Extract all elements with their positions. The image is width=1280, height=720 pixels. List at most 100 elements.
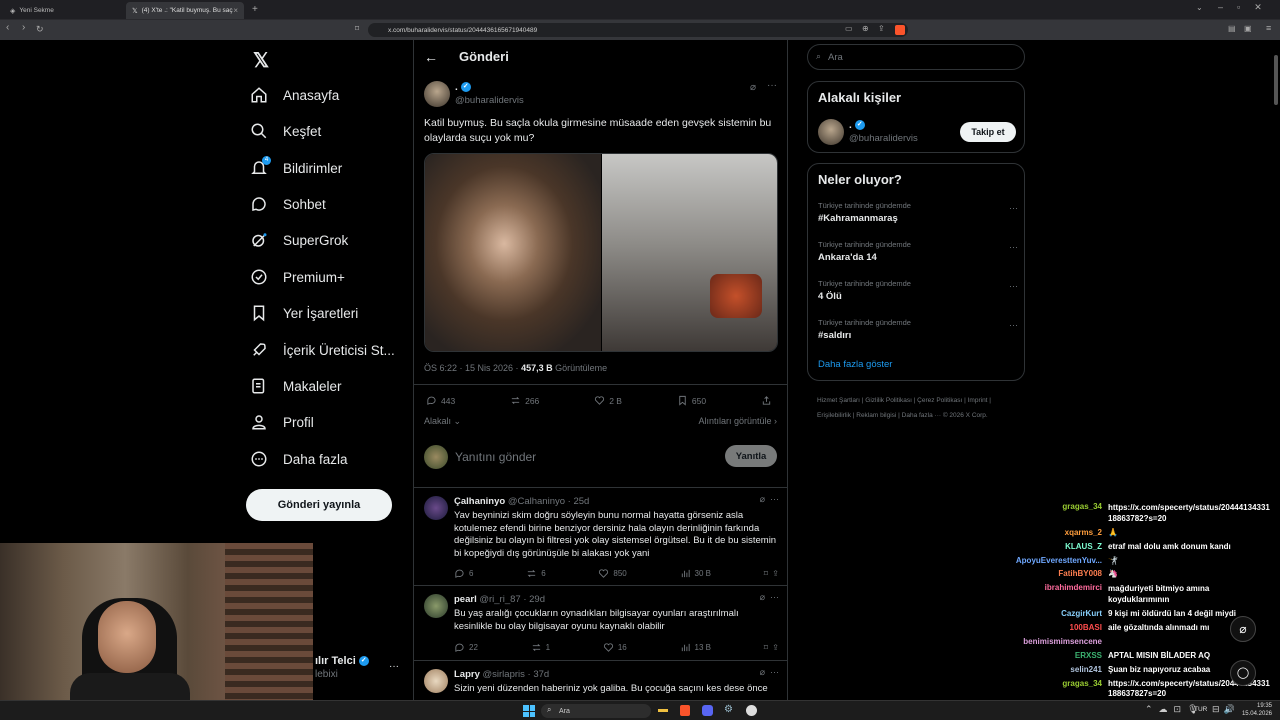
like-action[interactable]: 850 <box>598 568 627 579</box>
trend-item[interactable]: Türkiye tarihinde gündemde Ankara'da 14 … <box>818 240 1018 263</box>
reply-button[interactable]: Yanıtla <box>725 445 777 467</box>
bookmark-action[interactable]: 650 <box>677 395 706 406</box>
back-arrow-icon[interactable]: ← <box>424 49 438 65</box>
menu-icon[interactable]: ≡ <box>1266 23 1271 33</box>
nav-item-explore[interactable]: Keşfet <box>250 117 321 145</box>
like-action[interactable]: 16 <box>603 642 627 653</box>
wallet-icon[interactable]: ▣ <box>1244 24 1252 33</box>
folder-icon[interactable]: ▬ <box>658 704 668 715</box>
nav-item-supergrok[interactable]: SuperGrok <box>250 226 348 254</box>
avatar[interactable] <box>424 594 448 618</box>
view-quotes-link[interactable]: Alıntıları görüntüle › <box>698 416 777 426</box>
like-action[interactable]: 2 B <box>594 395 622 406</box>
avatar[interactable] <box>424 496 448 520</box>
nav-item-home[interactable]: Anasayfa <box>250 81 339 109</box>
tab-new-tab[interactable]: ◈ Yeni Sekme <box>4 2 122 19</box>
nav-item-notifications[interactable]: 4 Bildirimler <box>250 154 342 182</box>
views-action[interactable]: 30 B <box>680 568 711 579</box>
forward-icon[interactable]: › <box>22 22 25 33</box>
taskbar-search[interactable]: ⌕ Ara <box>541 704 651 718</box>
grok-float-icon[interactable]: ⌀ <box>1230 616 1256 642</box>
new-tab-button[interactable]: + <box>252 4 258 15</box>
bookmark-action[interactable]: ⌑ ⇪ <box>764 568 779 579</box>
messages-float-icon[interactable]: ◯ <box>1230 660 1256 686</box>
tab-x-post[interactable]: 𝕏 (4) X'te .: "Katil buymuş. Bu saçla...… <box>126 2 244 19</box>
person-handle[interactable]: @buharalidervis <box>849 133 918 144</box>
avatar[interactable] <box>424 81 450 107</box>
sidebar-icon[interactable]: ▤ <box>1228 24 1236 33</box>
reply-author[interactable]: pearl <box>454 594 477 605</box>
post-media[interactable] <box>424 153 778 352</box>
clock[interactable]: 19:35 15.04.2026 <box>1240 702 1272 718</box>
nav-item-more[interactable]: Daha fazla <box>250 445 348 473</box>
photo-right[interactable] <box>602 154 777 351</box>
account-more-icon[interactable]: ··· <box>389 661 399 672</box>
network-volume-icons[interactable]: ⊟🔊 <box>1212 704 1239 715</box>
avatar[interactable] <box>818 119 844 145</box>
more-options-icon[interactable]: ⌀ ··· <box>760 592 779 603</box>
reply-author[interactable]: Lapry <box>454 669 480 680</box>
reply-item[interactable]: pearl @ri_ri_87 · 29d ⌀ ··· Bu yaş aralı… <box>414 585 787 660</box>
back-icon[interactable]: ‹ <box>6 22 9 33</box>
footer-links[interactable]: Hizmet Şartları | Gizlilik Politikası | … <box>817 393 1017 423</box>
steam-icon[interactable]: ⚙ <box>724 704 733 715</box>
follow-button[interactable]: Takip et <box>960 122 1016 142</box>
reply-input[interactable]: Yanıtını gönder <box>455 450 536 464</box>
obs-icon[interactable] <box>746 705 757 716</box>
brave-icon[interactable] <box>680 705 690 716</box>
discord-icon[interactable] <box>702 705 713 716</box>
screen-icon[interactable]: ▭ <box>845 24 853 33</box>
brave-shield-icon[interactable] <box>895 25 905 35</box>
account-name[interactable]: ılır Telci ✓ <box>315 655 369 667</box>
author-name[interactable]: . ✓ <box>455 82 471 93</box>
post-time[interactable]: ÖS 6:22 · 15 Nis 2026 · <box>424 363 519 373</box>
share-icon[interactable]: ⇪ <box>878 24 885 33</box>
share-action[interactable] <box>761 395 776 406</box>
x-logo-icon[interactable]: 𝕏 <box>253 48 269 73</box>
reply-handle[interactable]: @ri_ri_87 · 29d <box>479 594 545 605</box>
windows-start-icon[interactable] <box>523 705 535 717</box>
tab-list-icon[interactable]: ⌄ <box>1196 3 1203 12</box>
window-controls[interactable]: –▫✕ <box>1218 2 1276 13</box>
trend-item[interactable]: Türkiye tarihinde gündemde #Kahramanmara… <box>818 201 1018 224</box>
repost-action[interactable]: 6 <box>526 568 546 579</box>
author-handle[interactable]: @buharalidervis <box>455 95 524 106</box>
reply-action[interactable]: 6 <box>454 568 473 579</box>
nav-item-premium[interactable]: Premium+ <box>250 263 345 291</box>
repost-action[interactable]: 1 <box>531 642 550 653</box>
close-icon[interactable]: × <box>233 6 238 15</box>
nav-item-creator-studio[interactable]: İçerik Üreticisi St... <box>250 336 395 364</box>
language-indicator[interactable]: TUR <box>1194 706 1207 713</box>
reply-item[interactable]: Çalhaninyo @Calhaninyo · 25d ⌀ ··· Yav b… <box>414 487 787 584</box>
reply-action[interactable]: 22 <box>454 642 478 653</box>
search-input[interactable]: ⌕ Ara <box>807 44 1025 70</box>
avatar[interactable] <box>424 669 448 693</box>
person-name[interactable]: . ✓ <box>849 120 865 131</box>
more-options-icon[interactable]: ⌀ ··· <box>760 667 779 678</box>
relevance-dropdown[interactable]: Alakalı ⌄ <box>424 416 461 427</box>
reply-handle[interactable]: @sirlapris · 37d <box>483 669 550 680</box>
reply-author[interactable]: Çalhaninyo <box>454 496 505 507</box>
grok-icon[interactable]: ⌀ <box>750 82 756 93</box>
more-options-icon[interactable]: ··· <box>1009 242 1018 252</box>
bookmark-page-icon[interactable]: ⌑ <box>355 24 359 33</box>
show-more-link[interactable]: Daha fazla göster <box>818 359 892 370</box>
nav-item-articles[interactable]: Makaleler <box>250 372 342 400</box>
more-options-icon[interactable]: ··· <box>1009 281 1018 291</box>
more-options-icon[interactable]: ··· <box>1009 203 1018 213</box>
more-options-icon[interactable]: ··· <box>1009 320 1018 330</box>
url-bar[interactable]: x.com/buharalidervis/status/204443616567… <box>368 23 908 37</box>
more-options-icon[interactable]: ⌀ ··· <box>760 494 779 505</box>
reply-handle[interactable]: @Calhaninyo · 25d <box>508 496 589 507</box>
nav-item-bookmarks[interactable]: Yer İşaretleri <box>250 299 358 327</box>
trend-item[interactable]: Türkiye tarihinde gündemde #saldırı ··· <box>818 318 1018 341</box>
scrollbar-thumb[interactable] <box>1274 55 1278 105</box>
zoom-icon[interactable]: ⊕ <box>862 24 869 33</box>
photo-left[interactable] <box>425 154 601 351</box>
more-options-icon[interactable]: ··· <box>767 80 777 91</box>
views-action[interactable]: 13 B <box>680 642 711 653</box>
reply-action[interactable]: 443 <box>426 395 455 406</box>
nav-item-chat[interactable]: Sohbet <box>250 190 326 218</box>
account-handle[interactable]: lebixi <box>315 669 338 680</box>
reply-item[interactable]: Lapry @sirlapris · 37d ⌀ ··· Sizin yeni … <box>414 660 787 700</box>
